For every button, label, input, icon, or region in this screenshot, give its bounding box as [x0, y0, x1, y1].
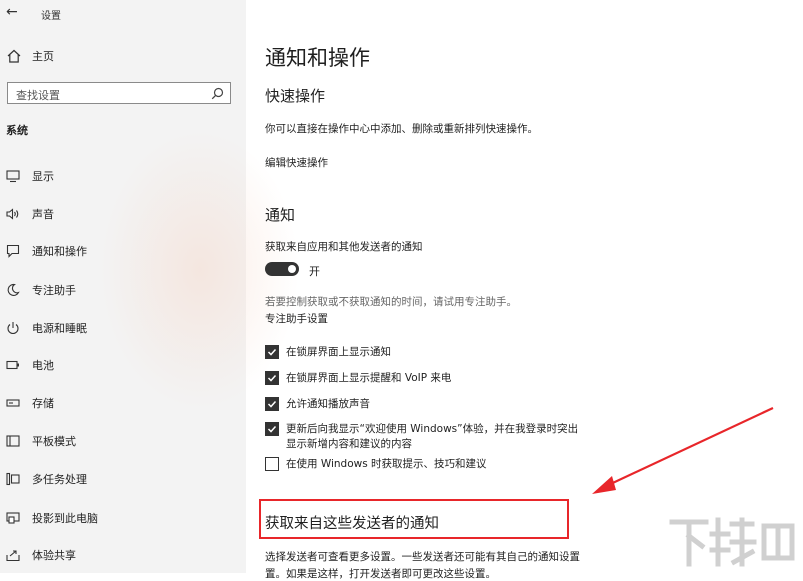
- toggle-knob: [288, 265, 296, 273]
- checkbox-label: 在使用 Windows 时获取提示、技巧和建议: [286, 458, 487, 470]
- quick-actions-heading: 快速操作: [265, 87, 326, 105]
- sidebar-item-display[interactable]: 显示: [6, 166, 242, 186]
- toggle-state-label: 开: [309, 265, 320, 278]
- storage-icon: [6, 399, 20, 407]
- checkbox-label: 更新后向我显示“欢迎使用 Windows”体验，并在我登录时突出: [286, 423, 579, 435]
- checkmark-icon: [267, 348, 277, 356]
- checkmark-icon: [267, 400, 277, 408]
- monitor-icon: [6, 170, 20, 183]
- search-input[interactable]: 查找设置: [7, 82, 231, 104]
- checkbox-unchecked[interactable]: [265, 457, 279, 471]
- checkbox-label: 在锁屏界面上显示通知: [286, 346, 391, 358]
- sidebar-item-label: 平板模式: [32, 435, 76, 448]
- sidebar-section-label: 系统: [6, 124, 28, 137]
- senders-description-line1: 选择发送者可查看更多设置。一些发送者还可能有其自己的通知设置: [265, 551, 580, 563]
- annotation-highlight-box: [259, 499, 569, 539]
- checkbox-checked[interactable]: [265, 345, 279, 359]
- sidebar-item-notifications[interactable]: 通知和操作: [6, 241, 242, 261]
- notifications-toggle[interactable]: [265, 262, 299, 276]
- sidebar-item-shared-experiences[interactable]: 体验共享: [6, 545, 242, 565]
- home-icon: [7, 49, 21, 63]
- notifications-heading: 通知: [265, 206, 296, 224]
- sidebar-home[interactable]: 主页: [6, 46, 236, 66]
- sidebar-home-label: 主页: [32, 50, 54, 63]
- speaker-icon: [6, 208, 19, 220]
- app-title: 设置: [41, 11, 61, 22]
- search-icon[interactable]: [211, 87, 224, 100]
- sidebar-item-label: 电源和睡眠: [32, 322, 87, 335]
- share-icon: [6, 550, 20, 562]
- get-notifications-label: 获取来自应用和其他发送者的通知: [265, 241, 423, 253]
- project-icon: [6, 512, 20, 524]
- annotation-arrow-icon: [592, 407, 774, 494]
- sidebar-item-label: 多任务处理: [32, 473, 87, 486]
- sidebar-item-project[interactable]: 投影到此电脑: [6, 508, 242, 528]
- page-title: 通知和操作: [265, 46, 370, 70]
- sidebar-item-label: 投影到此电脑: [32, 512, 98, 525]
- sidebar-item-focus-assist[interactable]: 专注助手: [6, 280, 242, 300]
- sidebar-item-power[interactable]: 电源和睡眠: [6, 318, 242, 338]
- quick-actions-description: 你可以直接在操作中心中添加、删除或重新排列快速操作。: [265, 123, 538, 135]
- checkbox-notification-sounds[interactable]: 允许通知播放声音: [265, 397, 370, 412]
- checkbox-checked[interactable]: [265, 371, 279, 385]
- sidebar-item-label: 电池: [32, 359, 54, 372]
- sidebar-item-label: 通知和操作: [32, 245, 87, 258]
- sidebar-item-label: 体验共享: [32, 549, 76, 562]
- checkmark-icon: [267, 374, 277, 382]
- battery-icon: [6, 360, 19, 370]
- checkbox-tips-tricks[interactable]: 在使用 Windows 时获取提示、技巧和建议: [265, 457, 487, 472]
- checkbox-label: 在锁屏界面上显示提醒和 VoIP 来电: [286, 372, 452, 384]
- title-bar: ← 设置: [0, 0, 246, 26]
- edit-quick-actions-link[interactable]: 编辑快速操作: [265, 155, 328, 170]
- search-placeholder: 查找设置: [16, 89, 60, 102]
- sidebar-item-label: 显示: [32, 170, 54, 183]
- checkbox-lockscreen-notifications[interactable]: 在锁屏界面上显示通知: [265, 345, 391, 360]
- power-icon: [7, 322, 19, 335]
- sidebar-item-multitasking[interactable]: 多任务处理: [6, 469, 242, 489]
- focus-assist-hint: 若要控制获取或不获取通知的时间，请试用专注助手。: [265, 296, 517, 308]
- sidebar: ← 设置 主页 查找设置 系统 显示 声音 通知和操作 专注助手 电源和睡眠 电…: [0, 0, 300, 573]
- sidebar-item-storage[interactable]: 存储: [6, 393, 242, 413]
- sidebar-item-label: 存储: [32, 397, 54, 410]
- tablet-icon: [6, 435, 20, 447]
- back-arrow-icon[interactable]: ←: [6, 4, 18, 20]
- watermark-logo-icon: [669, 517, 795, 567]
- checkbox-label: 允许通知播放声音: [286, 398, 370, 410]
- sidebar-item-label: 声音: [32, 208, 54, 221]
- notification-icon: [6, 244, 20, 258]
- checkbox-label-line2: 显示新增内容和建议的内容: [286, 438, 412, 450]
- senders-description-line2: 置。如果是这样，打开发送者即可更改这些设置。: [265, 568, 496, 580]
- checkbox-checked[interactable]: [265, 397, 279, 411]
- sidebar-item-sound[interactable]: 声音: [6, 204, 242, 224]
- multitask-icon: [6, 472, 20, 486]
- sidebar-item-label: 专注助手: [32, 284, 76, 297]
- checkbox-welcome-experience[interactable]: 更新后向我显示“欢迎使用 Windows”体验，并在我登录时突出 显示新增内容和…: [265, 422, 578, 452]
- sidebar-item-battery[interactable]: 电池: [6, 355, 242, 375]
- focus-assist-settings-link[interactable]: 专注助手设置: [265, 311, 328, 326]
- checkmark-icon: [267, 425, 277, 433]
- checkbox-lockscreen-reminders[interactable]: 在锁屏界面上显示提醒和 VoIP 来电: [265, 371, 451, 386]
- checkbox-checked[interactable]: [265, 422, 279, 436]
- sidebar-item-tablet-mode[interactable]: 平板模式: [6, 431, 242, 451]
- moon-icon: [7, 283, 20, 296]
